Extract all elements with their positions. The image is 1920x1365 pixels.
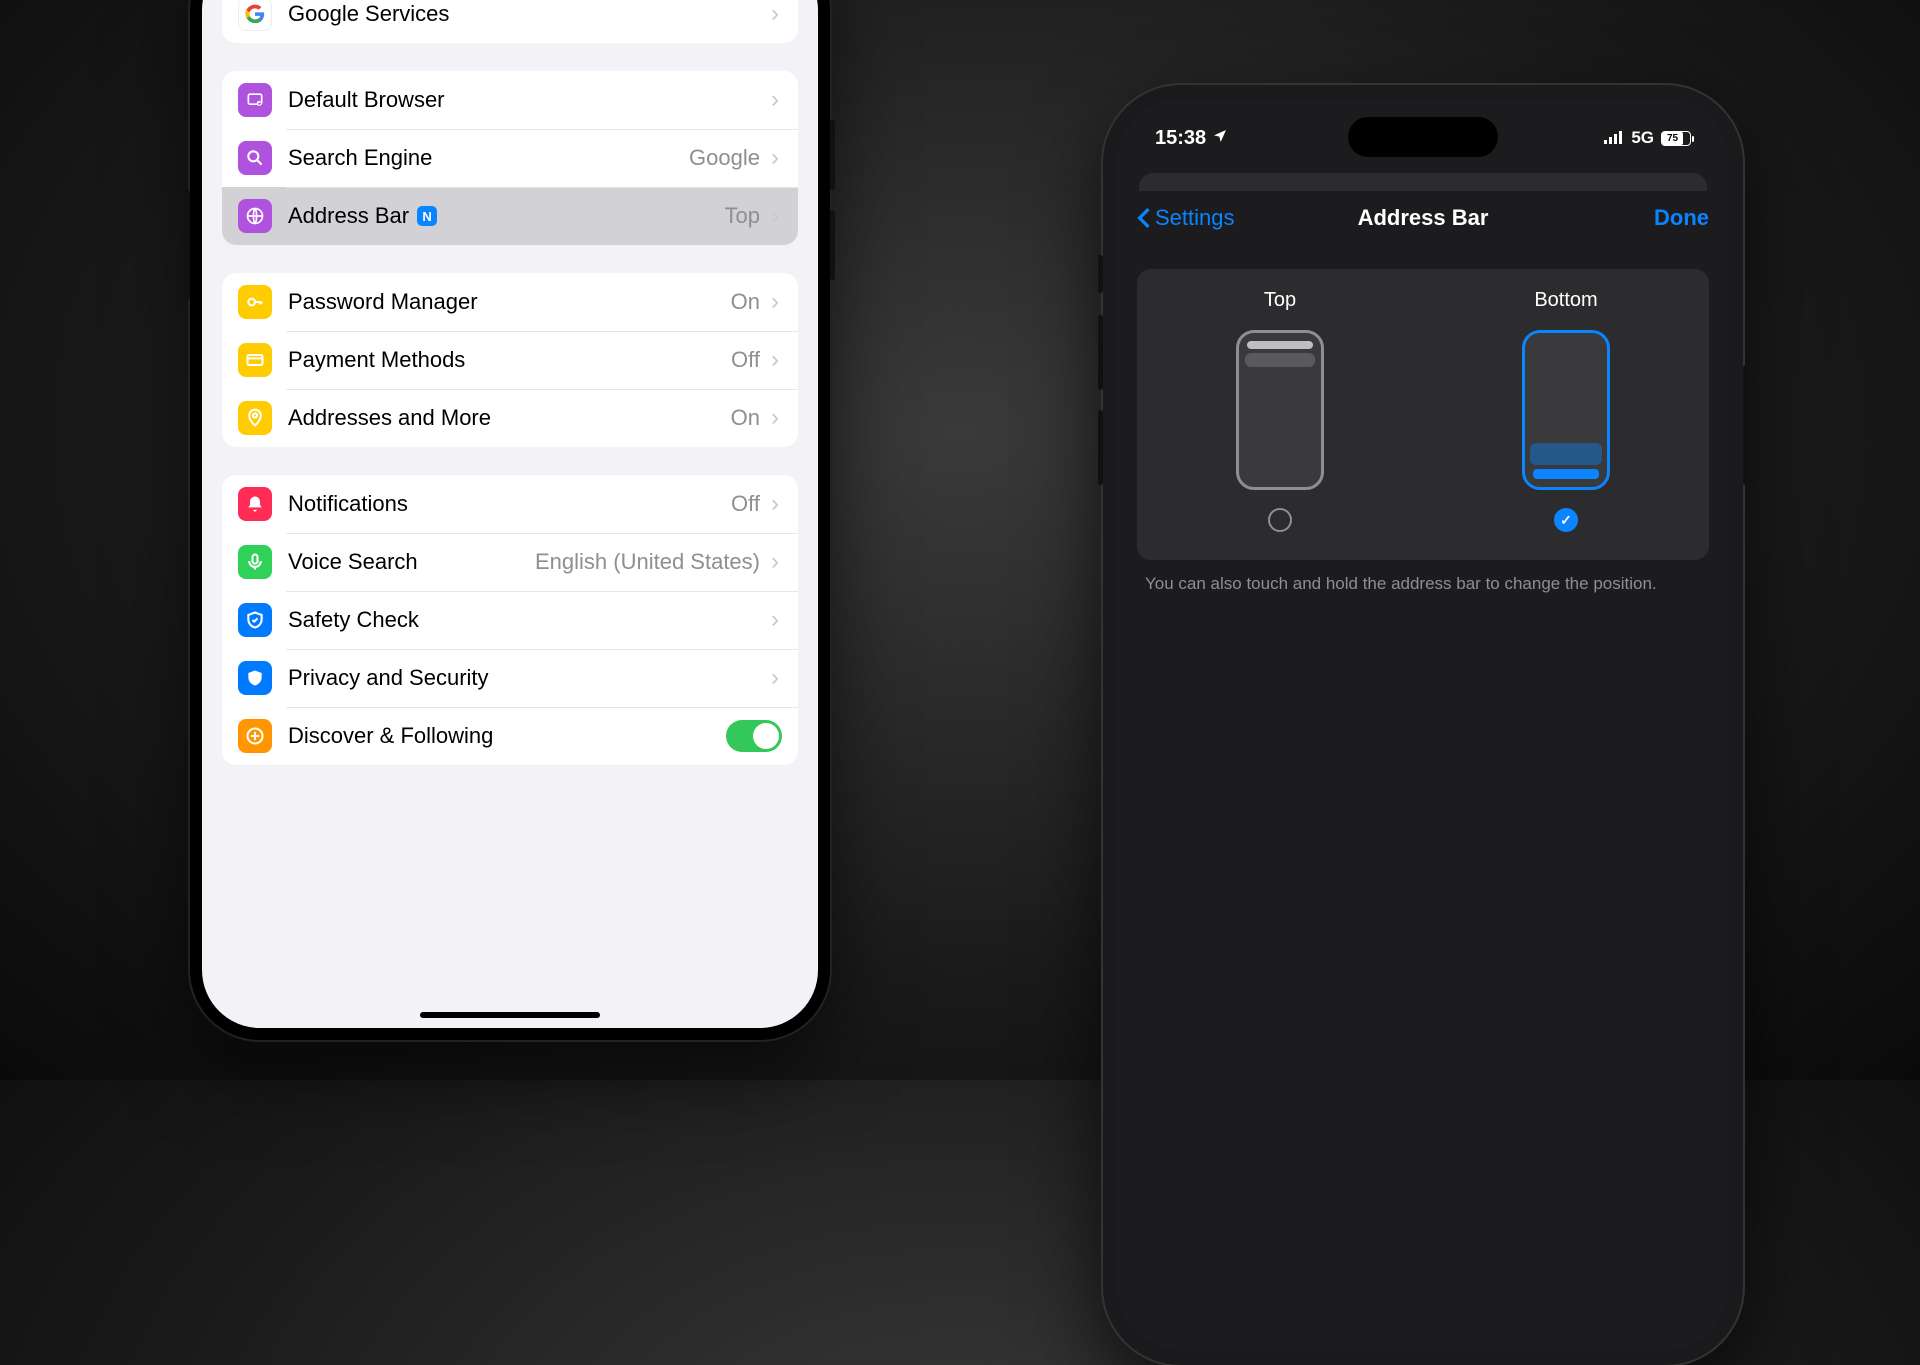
option-label: Top [1264,289,1296,312]
row-value: On [731,405,760,431]
volume-down-button[interactable] [1098,410,1103,485]
row-label: Addresses and More [288,405,491,431]
key-icon [238,285,272,319]
row-payment-methods[interactable]: Payment Methods Off › [222,331,798,389]
discover-toggle[interactable] [726,720,782,752]
option-top[interactable]: Top [1137,289,1423,532]
chevron-right-icon: › [768,0,782,28]
discover-icon [238,719,272,753]
row-value: Off [731,491,760,517]
row-safety-check[interactable]: Safety Check › [222,591,798,649]
settings-group-privacy: Notifications Off › Voice Search English… [222,475,798,765]
row-value: Google [689,145,760,171]
option-bottom[interactable]: Bottom ✓ [1423,289,1709,532]
row-value: English (United States) [428,549,760,575]
row-google-services[interactable]: Google Services › [222,0,798,43]
shield-check-icon [238,603,272,637]
mic-icon [238,545,272,579]
row-addresses[interactable]: Addresses and More On › [222,389,798,447]
home-indicator[interactable] [420,1012,600,1018]
search-icon [238,141,272,175]
option-label: Bottom [1534,289,1597,312]
row-value: Off [731,347,760,373]
location-icon [238,401,272,435]
volume-up-button[interactable] [830,120,835,190]
battery-level: 75 [1662,132,1683,145]
nav-title: Address Bar [1358,205,1489,231]
power-button[interactable] [185,190,190,300]
row-voice-search[interactable]: Voice Search English (United States) › [222,533,798,591]
address-bar-sheet: Settings Address Bar Done Top Bottom [1117,191,1729,1351]
chevron-right-icon: › [768,86,782,114]
chevron-right-icon: › [768,288,782,316]
chevron-right-icon: › [768,490,782,518]
phone-right-frame: 15:38 5G 75 Settings [1103,85,1743,1365]
card-icon [238,343,272,377]
help-text: You can also touch and hold the address … [1117,560,1729,608]
row-label: Address Bar [288,203,409,229]
chevron-right-icon: › [768,606,782,634]
nav-bar: Settings Address Bar Done [1117,191,1729,245]
chevron-right-icon: › [768,144,782,172]
chevron-right-icon: › [768,346,782,374]
row-password-manager[interactable]: Password Manager On › [222,273,798,331]
settings-group-account: Sync On › Google Services › [222,0,798,43]
dynamic-island [1348,117,1498,157]
radio-checked-icon[interactable]: ✓ [1554,508,1578,532]
settings-list[interactable]: Sync On › Google Services › [202,0,818,1028]
row-label: Default Browser [288,87,445,113]
default-browser-icon [238,83,272,117]
radio-unchecked-icon[interactable] [1268,508,1292,532]
chevron-right-icon: › [768,664,782,692]
row-label: Discover & Following [288,723,493,749]
battery-icon: 75 [1661,131,1691,146]
row-discover[interactable]: Discover & Following [222,707,798,765]
top-position-preview [1236,330,1324,490]
volume-down-button[interactable] [830,210,835,280]
done-button[interactable]: Done [1589,205,1709,231]
row-label: Payment Methods [288,347,465,373]
row-notifications[interactable]: Notifications Off › [222,475,798,533]
row-label: Password Manager [288,289,478,315]
position-options: Top Bottom ✓ [1137,269,1709,560]
google-icon [238,0,272,31]
bottom-position-preview [1522,330,1610,490]
network-label: 5G [1631,128,1654,148]
right-screen: 15:38 5G 75 Settings [1117,99,1729,1351]
globe-icon [238,199,272,233]
row-label: Voice Search [288,549,418,575]
row-label: Search Engine [288,145,432,171]
back-label: Settings [1155,205,1235,231]
left-screen: Sync On › Google Services › [202,0,818,1028]
row-privacy-security[interactable]: Privacy and Security › [222,649,798,707]
bell-icon [238,487,272,521]
shield-icon [238,661,272,695]
silent-switch[interactable] [1098,255,1103,293]
row-label: Notifications [288,491,408,517]
row-label: Privacy and Security [288,665,489,691]
location-arrow-icon [1212,127,1228,150]
back-button[interactable]: Settings [1137,205,1257,231]
chevron-right-icon: › [768,202,782,230]
power-button[interactable] [1743,365,1748,485]
chevron-right-icon: › [768,404,782,432]
row-value: Top [725,203,760,229]
phone-left-frame: Sync On › Google Services › [190,0,830,1040]
chevron-right-icon: › [768,548,782,576]
settings-group-autofill: Password Manager On › Payment Methods Of… [222,273,798,447]
status-time: 15:38 [1155,127,1206,150]
row-search-engine[interactable]: Search Engine Google › [222,129,798,187]
row-default-browser[interactable]: Default Browser › [222,71,798,129]
volume-up-button[interactable] [1098,315,1103,390]
settings-group-browser: Default Browser › Search Engine Google › [222,71,798,245]
row-address-bar[interactable]: Address Bar N Top › [222,187,798,245]
row-label: Safety Check [288,607,419,633]
new-badge: N [417,206,437,226]
signal-icon [1604,127,1624,150]
row-label: Google Services [288,1,449,27]
row-value: On [731,289,760,315]
